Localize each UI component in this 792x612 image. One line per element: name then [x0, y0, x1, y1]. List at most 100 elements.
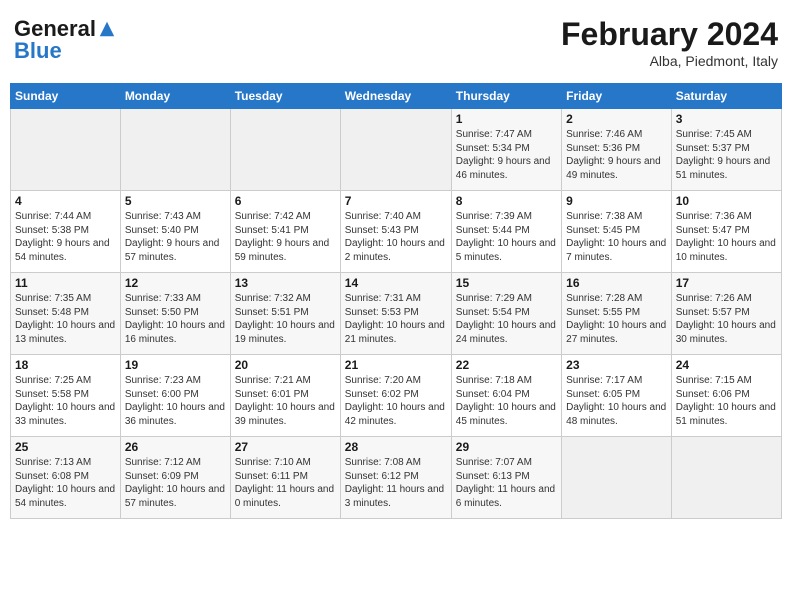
calendar-cell: 21 Sunrise: 7:20 AMSunset: 6:02 PMDayligh…: [340, 355, 451, 437]
calendar-cell: [340, 109, 451, 191]
calendar-cell: 11 Sunrise: 7:35 AMSunset: 5:48 PMDayligh…: [11, 273, 121, 355]
day-number: 10: [676, 194, 777, 208]
col-header-tuesday: Tuesday: [230, 84, 340, 109]
day-number: 23: [566, 358, 667, 372]
day-info: Sunrise: 7:32 AMSunset: 5:51 PMDaylight:…: [235, 292, 336, 346]
day-info: Sunrise: 7:20 AMSunset: 6:02 PMDaylight:…: [345, 374, 447, 428]
day-number: 8: [456, 194, 557, 208]
day-number: 6: [235, 194, 336, 208]
calendar-cell: 28 Sunrise: 7:08 AMSunset: 6:12 PMDayligh…: [340, 437, 451, 519]
day-info: Sunrise: 7:39 AMSunset: 5:44 PMDaylight:…: [456, 210, 557, 264]
day-number: 19: [125, 358, 226, 372]
day-info: Sunrise: 7:31 AMSunset: 5:53 PMDaylight:…: [345, 292, 447, 346]
calendar-cell: 10 Sunrise: 7:36 AMSunset: 5:47 PMDayligh…: [671, 191, 781, 273]
day-number: 1: [456, 112, 557, 126]
day-info: Sunrise: 7:13 AMSunset: 6:08 PMDaylight:…: [15, 456, 116, 510]
day-number: 27: [235, 440, 336, 454]
day-number: 12: [125, 276, 226, 290]
calendar-cell: [11, 109, 121, 191]
calendar-cell: [230, 109, 340, 191]
calendar-cell: 2 Sunrise: 7:46 AMSunset: 5:36 PMDaylight…: [562, 109, 672, 191]
day-number: 4: [15, 194, 116, 208]
calendar-cell: 12 Sunrise: 7:33 AMSunset: 5:50 PMDayligh…: [120, 273, 230, 355]
calendar-cell: 17Sunrise: 7:26 AMSunset: 5:57 PMDayligh…: [671, 273, 781, 355]
day-info: Sunrise: 7:35 AMSunset: 5:48 PMDaylight:…: [15, 292, 116, 346]
day-number: 24: [676, 358, 777, 372]
day-number: 22: [456, 358, 557, 372]
day-number: 9: [566, 194, 667, 208]
col-header-thursday: Thursday: [451, 84, 561, 109]
calendar-cell: 25 Sunrise: 7:13 AMSunset: 6:08 PMDayligh…: [11, 437, 121, 519]
day-number: 28: [345, 440, 447, 454]
day-info: Sunrise: 7:10 AMSunset: 6:11 PMDaylight:…: [235, 456, 336, 510]
calendar-cell: 29 Sunrise: 7:07 AMSunset: 6:13 PMDayligh…: [451, 437, 561, 519]
day-number: 13: [235, 276, 336, 290]
day-info: Sunrise: 7:29 AMSunset: 5:54 PMDaylight:…: [456, 292, 557, 346]
day-info: Sunrise: 7:25 AMSunset: 5:58 PMDaylight:…: [15, 374, 116, 428]
calendar-week-3: 11 Sunrise: 7:35 AMSunset: 5:48 PMDayligh…: [11, 273, 782, 355]
day-number: 15: [456, 276, 557, 290]
day-number: 7: [345, 194, 447, 208]
calendar-cell: 5 Sunrise: 7:43 AMSunset: 5:40 PMDaylight…: [120, 191, 230, 273]
calendar-cell: 22 Sunrise: 7:18 AMSunset: 6:04 PMDayligh…: [451, 355, 561, 437]
logo: General Blue: [14, 16, 120, 64]
logo-icon: [98, 20, 116, 38]
day-number: 11: [15, 276, 116, 290]
calendar-cell: [671, 437, 781, 519]
day-info: Sunrise: 7:46 AMSunset: 5:36 PMDaylight:…: [566, 128, 667, 182]
calendar-cell: [562, 437, 672, 519]
calendar-cell: 16Sunrise: 7:28 AMSunset: 5:55 PMDayligh…: [562, 273, 672, 355]
calendar-table: SundayMondayTuesdayWednesdayThursdayFrid…: [10, 83, 782, 519]
col-header-monday: Monday: [120, 84, 230, 109]
day-info: Sunrise: 7:18 AMSunset: 6:04 PMDaylight:…: [456, 374, 557, 428]
day-info: Sunrise: 7:21 AMSunset: 6:01 PMDaylight:…: [235, 374, 336, 428]
day-number: 21: [345, 358, 447, 372]
day-info: Sunrise: 7:38 AMSunset: 5:45 PMDaylight:…: [566, 210, 667, 264]
day-info: Sunrise: 7:17 AMSunset: 6:05 PMDaylight:…: [566, 374, 667, 428]
calendar-cell: 3 Sunrise: 7:45 AMSunset: 5:37 PMDaylight…: [671, 109, 781, 191]
day-number: 5: [125, 194, 226, 208]
day-info: Sunrise: 7:07 AMSunset: 6:13 PMDaylight:…: [456, 456, 557, 510]
day-info: Sunrise: 7:36 AMSunset: 5:47 PMDaylight:…: [676, 210, 777, 264]
day-number: 29: [456, 440, 557, 454]
location: Alba, Piedmont, Italy: [561, 53, 778, 69]
day-info: Sunrise: 7:15 AMSunset: 6:06 PMDaylight:…: [676, 374, 777, 428]
day-info: Sunrise: 7:47 AMSunset: 5:34 PMDaylight:…: [456, 128, 557, 182]
calendar-cell: 6Sunrise: 7:42 AMSunset: 5:41 PMDaylight…: [230, 191, 340, 273]
col-header-friday: Friday: [562, 84, 672, 109]
calendar-cell: 27 Sunrise: 7:10 AMSunset: 6:11 PMDayligh…: [230, 437, 340, 519]
month-title: February 2024: [561, 16, 778, 53]
day-number: 3: [676, 112, 777, 126]
calendar-cell: 19Sunrise: 7:23 AMSunset: 6:00 PMDayligh…: [120, 355, 230, 437]
calendar-body: 1 Sunrise: 7:47 AMSunset: 5:34 PMDaylight…: [11, 109, 782, 519]
day-number: 26: [125, 440, 226, 454]
day-info: Sunrise: 7:45 AMSunset: 5:37 PMDaylight:…: [676, 128, 777, 182]
day-info: Sunrise: 7:08 AMSunset: 6:12 PMDaylight:…: [345, 456, 447, 510]
calendar-cell: 4Sunrise: 7:44 AMSunset: 5:38 PMDaylight…: [11, 191, 121, 273]
day-info: Sunrise: 7:40 AMSunset: 5:43 PMDaylight:…: [345, 210, 447, 264]
month-title-block: February 2024 Alba, Piedmont, Italy: [561, 16, 778, 69]
calendar-cell: 20Sunrise: 7:21 AMSunset: 6:01 PMDayligh…: [230, 355, 340, 437]
day-info: Sunrise: 7:43 AMSunset: 5:40 PMDaylight:…: [125, 210, 226, 264]
day-number: 16: [566, 276, 667, 290]
calendar-cell: [120, 109, 230, 191]
page-header: General Blue February 2024 Alba, Piedmon…: [10, 10, 782, 75]
calendar-week-5: 25 Sunrise: 7:13 AMSunset: 6:08 PMDayligh…: [11, 437, 782, 519]
logo-blue: Blue: [14, 38, 62, 64]
day-number: 14: [345, 276, 447, 290]
calendar-cell: 1 Sunrise: 7:47 AMSunset: 5:34 PMDaylight…: [451, 109, 561, 191]
calendar-week-1: 1 Sunrise: 7:47 AMSunset: 5:34 PMDaylight…: [11, 109, 782, 191]
calendar-week-4: 18 Sunrise: 7:25 AMSunset: 5:58 PMDayligh…: [11, 355, 782, 437]
day-number: 2: [566, 112, 667, 126]
col-header-wednesday: Wednesday: [340, 84, 451, 109]
day-info: Sunrise: 7:33 AMSunset: 5:50 PMDaylight:…: [125, 292, 226, 346]
day-number: 25: [15, 440, 116, 454]
header-row: SundayMondayTuesdayWednesdayThursdayFrid…: [11, 84, 782, 109]
day-number: 18: [15, 358, 116, 372]
day-info: Sunrise: 7:26 AMSunset: 5:57 PMDaylight:…: [676, 292, 777, 346]
calendar-cell: 8 Sunrise: 7:39 AMSunset: 5:44 PMDaylight…: [451, 191, 561, 273]
calendar-cell: 13 Sunrise: 7:32 AMSunset: 5:51 PMDayligh…: [230, 273, 340, 355]
calendar-week-2: 4Sunrise: 7:44 AMSunset: 5:38 PMDaylight…: [11, 191, 782, 273]
calendar-cell: 24 Sunrise: 7:15 AMSunset: 6:06 PMDayligh…: [671, 355, 781, 437]
calendar-cell: 23 Sunrise: 7:17 AMSunset: 6:05 PMDayligh…: [562, 355, 672, 437]
